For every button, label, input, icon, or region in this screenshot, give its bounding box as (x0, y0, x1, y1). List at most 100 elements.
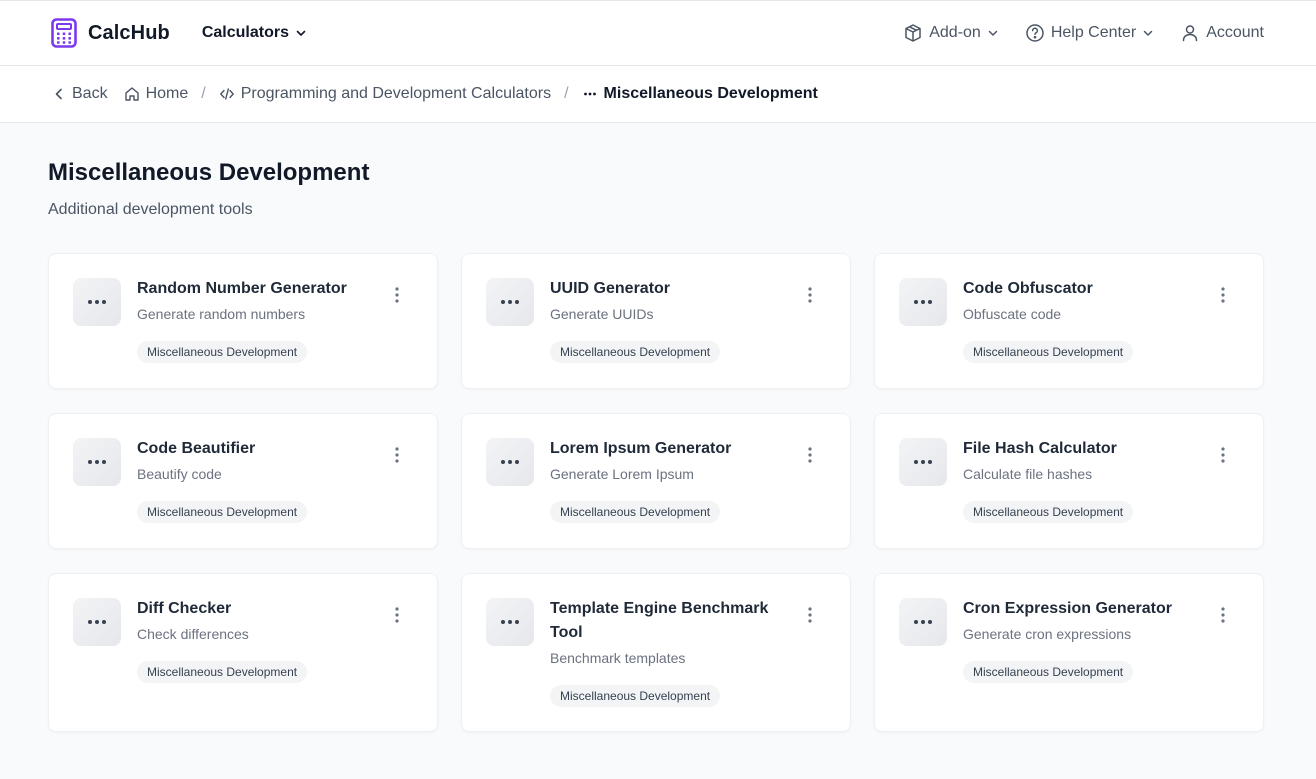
breadcrumb: Back Home / Programming and Development … (0, 66, 1316, 123)
breadcrumb-current: Miscellaneous Development (582, 85, 818, 103)
help-circle-icon (1026, 24, 1044, 42)
chevron-down-icon (1143, 30, 1153, 36)
card-description: Generate random numbers (137, 306, 306, 322)
more-horizontal-icon (583, 92, 596, 96)
card-description: Beautify code (137, 466, 222, 482)
page-subtitle: Additional development tools (48, 201, 253, 218)
kebab-menu-icon[interactable] (1211, 443, 1235, 467)
kebab-menu-icon[interactable] (385, 283, 409, 307)
more-horizontal-icon (899, 278, 947, 326)
kebab-menu-icon[interactable] (385, 603, 409, 627)
calculators-menu-label: Calculators (201, 24, 289, 41)
breadcrumb-separator: / (564, 85, 569, 102)
card-title: Code Obfuscator (963, 280, 1093, 297)
card-body: Code Beautifier Beautify code Miscellane… (137, 438, 363, 524)
topbar-actions: Add-on Help Center Account (903, 23, 1264, 43)
more-horizontal-icon (486, 598, 534, 646)
calculators-menu[interactable]: Calculators (202, 24, 307, 42)
card-title: File Hash Calculator (963, 440, 1117, 457)
calculator-card[interactable]: UUID Generator Generate UUIDs Miscellane… (461, 253, 851, 389)
kebab-menu-icon[interactable] (1211, 283, 1235, 307)
category-tag: Miscellaneous Development (137, 501, 308, 523)
card-title: UUID Generator (550, 280, 671, 297)
card-title: Random Number Generator (137, 280, 347, 297)
kebab-menu-icon[interactable] (385, 443, 409, 467)
back-button[interactable]: Back (52, 85, 108, 103)
card-title: Lorem Ipsum Generator (550, 440, 732, 457)
top-navigation: CalcHub Calculators Add-on Help Center A… (0, 0, 1316, 66)
home-icon (124, 87, 139, 101)
brand-name: CalcHub (88, 21, 170, 44)
card-body: Diff Checker Check differences Miscellan… (137, 598, 363, 707)
card-description: Generate Lorem Ipsum (550, 466, 694, 482)
card-body: Template Engine Benchmark Tool Benchmark… (550, 598, 826, 707)
kebab-menu-icon[interactable] (1211, 603, 1235, 627)
category-tag: Miscellaneous Development (137, 661, 308, 683)
brand[interactable]: CalcHub (51, 18, 170, 48)
card-description: Calculate file hashes (963, 466, 1093, 482)
calculator-card[interactable]: Random Number Generator Generate random … (48, 253, 438, 389)
breadcrumb-current-label: Miscellaneous Development (603, 85, 818, 102)
card-description: Benchmark templates (550, 650, 686, 666)
more-horizontal-icon (899, 438, 947, 486)
card-body: Random Number Generator Generate random … (137, 278, 403, 364)
more-horizontal-icon (73, 598, 121, 646)
card-title: Cron Expression Generator (963, 600, 1172, 617)
breadcrumb-parent[interactable]: Programming and Development Calculators (219, 85, 551, 103)
breadcrumb-separator: / (201, 85, 206, 102)
help-center-label: Help Center (1050, 24, 1137, 41)
category-tag: Miscellaneous Development (550, 501, 721, 523)
category-tag: Miscellaneous Development (550, 341, 721, 363)
card-body: Cron Expression Generator Generate cron … (963, 598, 1228, 707)
card-title: Code Beautifier (137, 440, 256, 457)
card-body: UUID Generator Generate UUIDs Miscellane… (550, 278, 776, 364)
calculator-card[interactable]: Code Obfuscator Obfuscate code Miscellan… (874, 253, 1264, 389)
calculator-logo-icon (51, 18, 77, 48)
card-description: Obfuscate code (963, 306, 1062, 322)
calculator-grid: Random Number Generator Generate random … (48, 253, 1264, 732)
account-link[interactable]: Account (1180, 23, 1264, 43)
kebab-menu-icon[interactable] (798, 443, 822, 467)
package-icon (905, 24, 921, 42)
page-title: Miscellaneous Development (48, 159, 370, 186)
more-horizontal-icon (486, 278, 534, 326)
category-tag: Miscellaneous Development (137, 341, 308, 363)
kebab-menu-icon[interactable] (798, 283, 822, 307)
card-body: Lorem Ipsum Generator Generate Lorem Ips… (550, 438, 787, 524)
card-description: Generate cron expressions (963, 626, 1132, 642)
chevron-left-icon (55, 88, 62, 100)
chevron-down-icon (296, 30, 306, 36)
breadcrumb-home[interactable]: Home (124, 85, 189, 103)
back-label: Back (72, 85, 108, 102)
calculator-card[interactable]: Diff Checker Check differences Miscellan… (48, 573, 438, 732)
card-title: Template Engine Benchmark Tool (550, 600, 769, 641)
calculator-card[interactable]: Code Beautifier Beautify code Miscellane… (48, 413, 438, 549)
kebab-menu-icon[interactable] (798, 603, 822, 627)
category-tag: Miscellaneous Development (550, 685, 721, 707)
card-body: Code Obfuscator Obfuscate code Miscellan… (963, 278, 1189, 364)
more-horizontal-icon (486, 438, 534, 486)
more-horizontal-icon (73, 438, 121, 486)
main-content: Miscellaneous Development Additional dev… (0, 123, 1316, 732)
calculator-card[interactable]: Lorem Ipsum Generator Generate Lorem Ips… (461, 413, 851, 549)
user-icon (1182, 25, 1198, 42)
category-tag: Miscellaneous Development (963, 341, 1134, 363)
breadcrumb-home-label: Home (145, 85, 189, 102)
code-icon (219, 88, 234, 100)
card-description: Check differences (137, 626, 249, 642)
chevron-down-icon (988, 30, 998, 36)
category-tag: Miscellaneous Development (963, 661, 1134, 683)
addon-menu[interactable]: Add-on (903, 23, 999, 43)
card-description: Generate UUIDs (550, 306, 654, 322)
addon-label: Add-on (929, 24, 981, 41)
more-horizontal-icon (899, 598, 947, 646)
more-horizontal-icon (73, 278, 121, 326)
calculator-card[interactable]: File Hash Calculator Calculate file hash… (874, 413, 1264, 549)
category-tag: Miscellaneous Development (963, 501, 1134, 523)
account-label: Account (1206, 24, 1264, 41)
calculator-card[interactable]: Template Engine Benchmark Tool Benchmark… (461, 573, 851, 732)
calculator-card[interactable]: Cron Expression Generator Generate cron … (874, 573, 1264, 732)
help-center-menu[interactable]: Help Center (1025, 23, 1154, 43)
card-body: File Hash Calculator Calculate file hash… (963, 438, 1189, 524)
breadcrumb-parent-label: Programming and Development Calculators (240, 85, 552, 102)
